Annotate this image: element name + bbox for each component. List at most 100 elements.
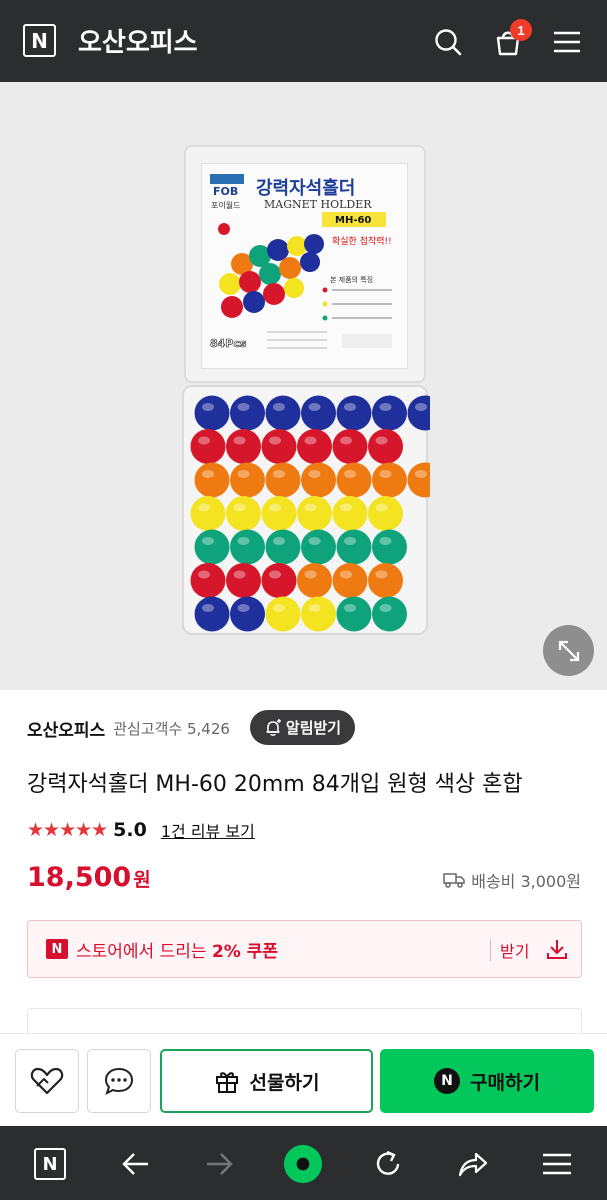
review-link[interactable]: 1건 리뷰 보기 (161, 818, 255, 842)
slogan-text: 확실한 접착력!! (332, 235, 392, 247)
price-unit: 원 (133, 869, 151, 891)
product-image[interactable]: FOB 포이월드 강력자석홀더 MAGNET HOLDER MH-60 확실한 … (0, 82, 607, 690)
buy-button[interactable]: N 구매하기 (380, 1049, 594, 1113)
magnet-blue (194, 596, 230, 632)
magnet-green (372, 596, 407, 632)
magnet-highlight (308, 604, 321, 612)
magnet-orange (297, 563, 332, 598)
coupon-divider (490, 939, 491, 961)
wishlist-button[interactable] (15, 1049, 79, 1113)
rating-value: 5.0 (113, 819, 147, 841)
magnet-highlight (233, 570, 246, 579)
magnet-highlight (344, 604, 356, 612)
gift-icon (215, 1072, 238, 1093)
magnet-highlight (198, 570, 210, 579)
gift-button[interactable]: 선물하기 (160, 1049, 373, 1113)
magnet-highlight (202, 470, 214, 478)
magnet-grid (190, 395, 430, 632)
magnet-highlight (308, 403, 321, 411)
alarm-label: 알림받기 (285, 719, 342, 737)
naver-badge-icon: N (46, 939, 68, 959)
magnet-highlight (340, 436, 352, 445)
magnet-blue (230, 596, 265, 632)
magnet-green (336, 529, 372, 565)
magnet-orange (332, 563, 368, 598)
model-text: MH-60 (335, 215, 371, 226)
magnet-highlight (415, 470, 427, 478)
magnet-highlight (340, 503, 352, 512)
magnet-highlight (269, 503, 281, 512)
heart-icon (30, 1067, 64, 1095)
browser-nav-bar: N (0, 1126, 607, 1200)
magnet-red (226, 429, 261, 464)
search-icon[interactable] (428, 22, 468, 62)
magnet-highlight (379, 604, 392, 612)
product-title: 강력자석홀더 MH-60 20mm 84개입 원형 색상 혼합 (27, 772, 523, 797)
magnet-highlight (202, 604, 214, 612)
coupon-get-button[interactable]: 받기 (500, 938, 529, 962)
price: 18,500 원 (27, 862, 151, 893)
alarm-button[interactable]: 알림받기 (250, 710, 355, 745)
magnet-green (372, 529, 407, 565)
magnet-highlight (269, 436, 281, 445)
magnet-blue (194, 395, 230, 431)
magnet-highlight (233, 436, 246, 445)
store-title[interactable]: 오산오피스 (78, 22, 198, 59)
title-en-text: MAGNET HOLDER (264, 198, 372, 211)
cart-icon[interactable]: 1 (488, 19, 532, 62)
magnet-red (261, 429, 297, 464)
forward-arrow-icon (200, 1144, 240, 1184)
menu-icon[interactable] (547, 22, 587, 62)
magnet-yellow (190, 496, 226, 531)
magnet-highlight (269, 570, 281, 579)
naver-pay-icon: N (434, 1068, 461, 1094)
green-dot-icon[interactable] (283, 1144, 323, 1184)
seller-name[interactable]: 오산오피스 (27, 716, 105, 741)
magnet-red (261, 563, 297, 598)
magnet-green (230, 529, 265, 565)
chat-bubble-icon (104, 1067, 134, 1095)
coupon-text: 스토어에서 드리는 2% 쿠폰 (76, 941, 278, 962)
magnet-highlight (233, 503, 246, 512)
magnet-highlight (202, 537, 214, 545)
title-ko-text: 강력자석홀더 (256, 177, 355, 199)
cart-count-badge: 1 (510, 19, 532, 41)
magnet-yellow (261, 496, 297, 531)
magnet-green (194, 529, 230, 565)
magnet-highlight (375, 570, 388, 579)
refresh-icon[interactable] (368, 1144, 408, 1184)
magnet-highlight (202, 403, 214, 411)
home-n-icon[interactable]: N (30, 1144, 70, 1184)
seller-fans-count: 관심고객수 5,426 (113, 719, 230, 738)
magnet-highlight (375, 503, 388, 512)
talk-button[interactable] (87, 1049, 151, 1113)
magnet-highlight (379, 470, 392, 478)
zoom-button[interactable] (543, 625, 594, 676)
magnet-highlight (237, 604, 250, 612)
gift-label: 선물하기 (249, 1071, 320, 1094)
share-icon[interactable] (452, 1144, 492, 1184)
magnet-red (226, 563, 261, 598)
magnet-highlight (237, 470, 250, 478)
magnet-red (190, 429, 226, 464)
price-amount: 18,500 (27, 862, 132, 893)
magnet-green (265, 529, 301, 565)
magnet-orange (265, 462, 301, 498)
magnet-yellow (301, 596, 336, 632)
app-header: N 오산오피스 1 (0, 0, 607, 82)
naver-logo[interactable]: N (23, 24, 56, 57)
magnet-red (297, 429, 332, 464)
menu-icon[interactable] (537, 1144, 577, 1184)
magnet-highlight (198, 503, 210, 512)
coupon-banner[interactable]: N 스토어에서 드리는 2% 쿠폰 받기 (27, 920, 582, 978)
magnet-highlight (308, 470, 321, 478)
back-arrow-icon[interactable] (115, 1144, 155, 1184)
magnet-green (336, 596, 372, 632)
download-icon[interactable] (545, 937, 569, 965)
brand-text: FOB (213, 185, 238, 198)
magnet-blue (301, 395, 336, 431)
purchase-bar: 선물하기 N 구매하기 (0, 1033, 607, 1126)
magnet-orange (194, 462, 230, 498)
buy-label: 구매하기 (470, 1071, 540, 1094)
magnet-highlight (237, 537, 250, 545)
